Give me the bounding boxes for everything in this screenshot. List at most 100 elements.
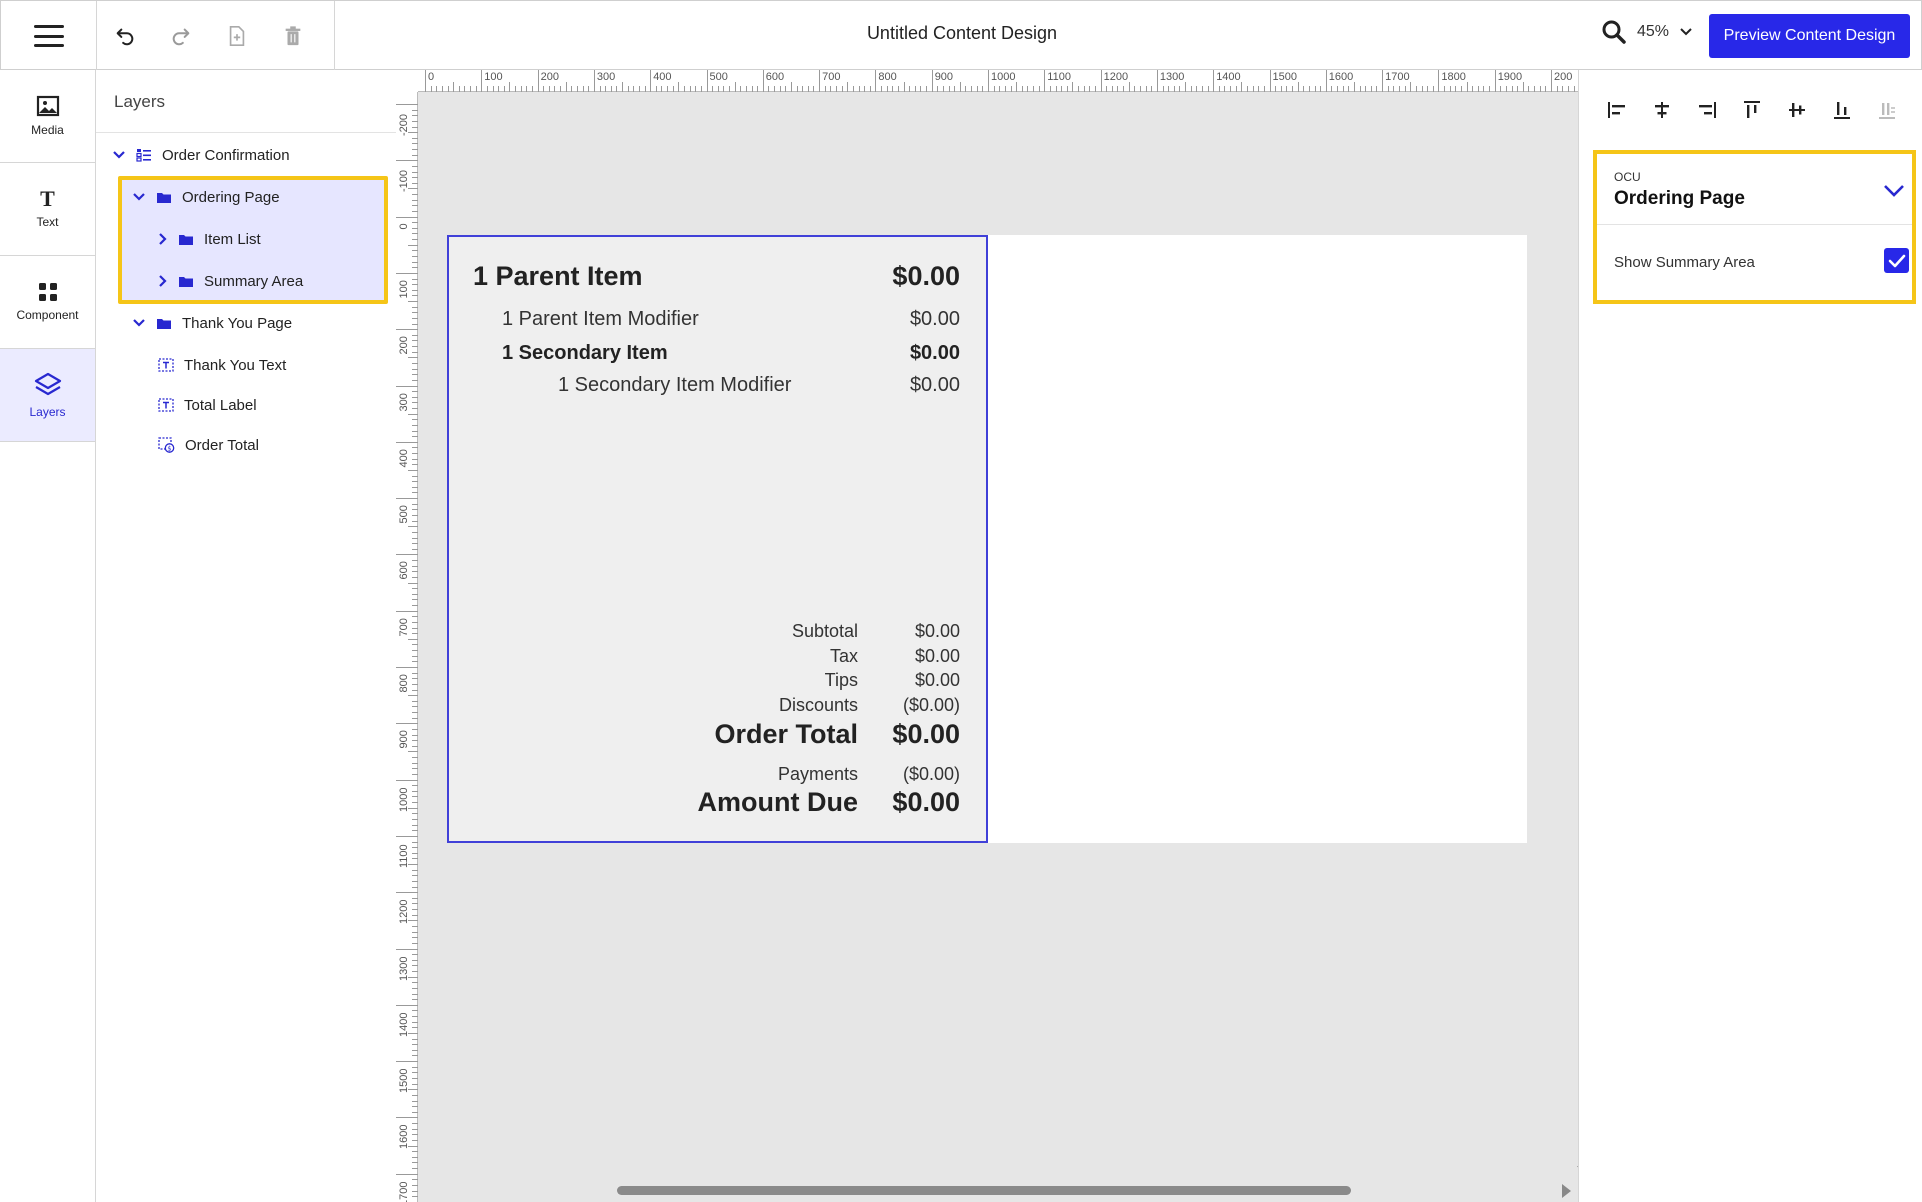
ruler-minor-tick (740, 86, 742, 92)
ruler-minor-tick (412, 644, 418, 646)
layer-item-list[interactable]: Item List (158, 220, 261, 258)
ruler-minor-tick (412, 954, 418, 956)
new-page-button[interactable] (209, 1, 265, 71)
ruler-minor-tick (847, 82, 849, 92)
ruler-minor-tick (571, 86, 573, 92)
ruler-corner (396, 70, 418, 92)
ruler-minor-tick (412, 199, 418, 201)
ruler-minor-tick (599, 86, 601, 92)
ruler-label: 1100 (1047, 71, 1071, 83)
delete-button[interactable] (265, 1, 321, 71)
chevron-down-icon[interactable] (132, 192, 146, 202)
ruler-minor-tick (412, 678, 418, 680)
layer-total-label[interactable]: Total Label (158, 386, 257, 424)
ruler-tick (396, 329, 418, 331)
ruler-minor-tick (441, 86, 443, 92)
ruler-minor-tick (412, 120, 418, 122)
amount-due-label: Amount Due (697, 787, 858, 817)
ruler-tick (1438, 70, 1440, 92)
chevron-right-icon[interactable] (158, 232, 168, 246)
ruler-minor-tick (1179, 86, 1181, 92)
ruler-minor-tick (412, 768, 418, 770)
ruler-minor-tick (1477, 86, 1479, 92)
grid-icon (38, 283, 57, 301)
ruler-label: 1900 (1497, 71, 1523, 83)
ruler-minor-tick (412, 447, 418, 449)
ruler-minor-tick (1511, 86, 1513, 92)
ruler-minor-tick (412, 165, 418, 167)
ruler-minor-tick (807, 86, 809, 92)
chevron-down-icon[interactable] (112, 150, 126, 160)
ruler-minor-tick (412, 689, 418, 691)
ruler-minor-tick (412, 931, 418, 933)
ruler-minor-tick (1094, 86, 1096, 92)
scroll-right-arrow[interactable] (1562, 1184, 1571, 1198)
show-summary-checkbox[interactable] (1884, 248, 1909, 273)
ruler-minor-tick (464, 86, 466, 92)
menu-button[interactable] (1, 1, 97, 71)
ruler-minor-tick (412, 239, 418, 241)
parent-item-price: $0.00 (892, 261, 960, 291)
design-canvas[interactable]: 0 100 200 300 400 500 600 700 800 900 1000 1100 1200… (396, 70, 1591, 1202)
ruler-minor-tick (412, 368, 418, 370)
align-middle-button[interactable] (1785, 99, 1808, 122)
ruler-minor-tick (1353, 82, 1355, 92)
layer-label: Item List (204, 230, 261, 248)
ordering-page-frame[interactable]: 1 Parent Item $0.00 1 Parent Item Modifi… (447, 235, 988, 843)
rail-item-layers[interactable]: Layers (0, 349, 95, 442)
preview-button[interactable]: Preview Content Design (1709, 14, 1910, 58)
ruler-minor-tick (412, 514, 418, 516)
zoom-control[interactable]: 45% (1601, 19, 1693, 45)
layer-summary-area[interactable]: Summary Area (158, 262, 303, 300)
vertical-ruler: -200 -100 0 100 200 300 400 500 600 700 800 900 1000… (396, 92, 418, 1202)
ruler-tick (1044, 70, 1046, 92)
align-top-button[interactable] (1740, 99, 1763, 122)
ruler-minor-tick (712, 86, 714, 92)
ruler-minor-tick (408, 638, 418, 640)
redo-button[interactable] (153, 1, 209, 71)
rail-item-text[interactable]: T Text (0, 163, 95, 256)
distribute-button[interactable] (1875, 99, 1898, 122)
ruler-label: 1300 (1159, 71, 1185, 83)
rail-item-media[interactable]: Media (0, 70, 95, 163)
ruler-minor-tick (582, 86, 584, 92)
ruler-minor-tick (841, 86, 843, 92)
collapse-toggle[interactable] (1883, 184, 1905, 203)
layer-thank-you-page[interactable]: Thank You Page (132, 304, 292, 342)
ruler-minor-tick (1275, 86, 1277, 92)
undo-button[interactable] (97, 1, 153, 71)
ruler-minor-tick (1145, 86, 1147, 92)
ruler-minor-tick (412, 1049, 418, 1051)
hamburger-icon (33, 25, 64, 47)
ruler-minor-tick (492, 86, 494, 92)
chevron-down-icon[interactable] (132, 318, 146, 328)
ruler-minor-tick (638, 86, 640, 92)
ruler-minor-tick (412, 937, 418, 939)
align-bottom-button[interactable] (1830, 99, 1853, 122)
layer-order-confirmation[interactable]: Order Confirmation (112, 136, 290, 174)
ruler-minor-tick (824, 86, 826, 92)
align-right-button[interactable] (1695, 99, 1718, 122)
ruler-label: -200 (398, 113, 410, 136)
ruler-minor-tick (734, 82, 736, 92)
layer-order-total[interactable]: $ Order Total (158, 426, 259, 464)
layer-label: Ordering Page (182, 188, 280, 206)
horizontal-scrollbar[interactable] (617, 1186, 1351, 1195)
align-center-button[interactable] (1650, 99, 1673, 122)
ruler-minor-tick (408, 244, 418, 246)
ruler-minor-tick (695, 86, 697, 92)
ruler-minor-tick (1472, 86, 1474, 92)
align-right-icon (1698, 102, 1716, 118)
rail-item-component[interactable]: Component (0, 256, 95, 349)
ruler-minor-tick (1500, 86, 1502, 92)
ruler-tick (396, 160, 418, 162)
ruler-minor-tick (892, 86, 894, 92)
ruler-minor-tick (1162, 86, 1164, 92)
layer-thank-you-text[interactable]: Thank You Text (158, 346, 286, 384)
chevron-right-icon[interactable] (158, 274, 168, 288)
align-left-button[interactable] (1605, 99, 1628, 122)
ruler-minor-tick (412, 914, 418, 916)
ruler-minor-tick (412, 1066, 418, 1068)
layer-ordering-page[interactable]: Ordering Page (132, 178, 280, 216)
ruler-minor-tick (412, 1083, 418, 1085)
